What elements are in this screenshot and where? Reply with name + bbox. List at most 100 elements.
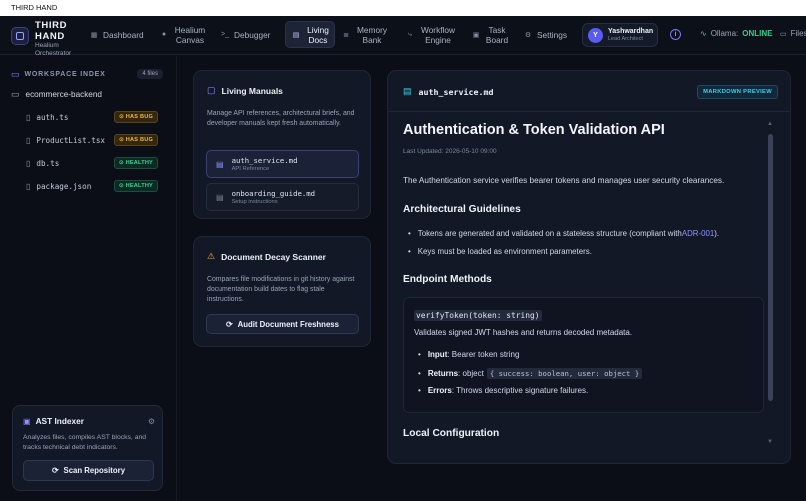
nav-task-board[interactable]: ▣ Task Board bbox=[472, 21, 512, 48]
status-badge: ⊙ HEALTHY bbox=[113, 157, 158, 169]
ast-indexer-card: ▣ AST Indexer ⚙ Analyzes files, compiles… bbox=[12, 405, 163, 491]
brand-logo-icon bbox=[11, 27, 29, 45]
nav-task-board-label: Task Board bbox=[485, 24, 509, 45]
nav-workflow-engine[interactable]: ⤷ Workflow Engine bbox=[406, 21, 460, 48]
ollama-status-value: ONLINE bbox=[742, 29, 773, 38]
nav-healium-canvas[interactable]: ● Healium Canvas bbox=[160, 21, 210, 48]
doc-name: auth_service.md bbox=[231, 155, 298, 165]
nav-dashboard-label: Dashboard bbox=[103, 29, 144, 40]
user-menu[interactable]: Y Yashwardhan Lead Architect bbox=[582, 23, 658, 47]
doc-subtitle: Setup instructions bbox=[231, 198, 278, 205]
document-intro: The Authentication service verifies bear… bbox=[403, 176, 725, 185]
doc-item-onboarding-guide[interactable]: ▤ onboarding_guide.md Setup instructions bbox=[206, 183, 359, 211]
ollama-label: Ollama: bbox=[710, 29, 739, 38]
status-badge: ⊙ HAS BUG bbox=[114, 134, 158, 146]
method-description: Validates signed JWT hashes and returns … bbox=[414, 328, 633, 337]
brand-name: THIRD HAND bbox=[35, 20, 68, 42]
gear-icon[interactable]: ⚙ bbox=[148, 417, 155, 426]
list-item: • Returns: object{ success: boolean, user… bbox=[418, 368, 643, 379]
returns-code: { success: boolean, user: object } bbox=[486, 368, 643, 379]
terminal-icon: >_ bbox=[221, 31, 229, 38]
folder-icon: ▭ bbox=[780, 30, 787, 38]
grid-icon: ▦ bbox=[90, 31, 98, 39]
file-icon: ▤ bbox=[403, 86, 412, 96]
node-icon: ● bbox=[161, 31, 167, 38]
heading-guidelines: Architectural Guidelines bbox=[403, 204, 521, 215]
heading-endpoints: Endpoint Methods bbox=[403, 274, 492, 285]
heading-configuration: Local Configuration bbox=[403, 428, 500, 439]
doc-item-auth-service[interactable]: ▤ auth_service.md API Reference bbox=[206, 150, 359, 178]
file-icon: ▤ bbox=[216, 159, 224, 169]
scan-repository-label: Scan Repository bbox=[63, 466, 126, 475]
window-title: THIRD HAND bbox=[11, 3, 58, 12]
user-role: Lead Architect bbox=[608, 36, 643, 42]
markdown-preview-badge[interactable]: MARKDOWN PREVIEW bbox=[697, 85, 778, 99]
brand-subtitle-1: Healium bbox=[35, 42, 59, 49]
pulse-icon: ∿ bbox=[700, 29, 707, 38]
living-manuals-card: ▢ Living Manuals Manage API references, … bbox=[193, 70, 371, 219]
workspace-header: ▭ WORKSPACE INDEX 4 files bbox=[11, 67, 163, 81]
refresh-icon: ⟳ bbox=[51, 466, 59, 475]
doc-icon: ▤ bbox=[292, 31, 300, 39]
folder-icon: ▭ bbox=[11, 89, 20, 99]
file-row[interactable]: ▯ db.ts ⊙ HEALTHY bbox=[26, 156, 158, 170]
file-icon: ▤ bbox=[216, 192, 224, 202]
file-name: auth.ts bbox=[36, 112, 69, 122]
avatar: Y bbox=[588, 27, 603, 43]
top-navigation: THIRD HAND Healium Orchestrator ▦ Dashbo… bbox=[0, 16, 806, 58]
folder-icon: ▭ bbox=[11, 68, 20, 79]
nav-dashboard[interactable]: ▦ Dashboard bbox=[90, 21, 152, 48]
file-row[interactable]: ▯ auth.ts ⊙ HAS BUG bbox=[26, 110, 158, 124]
scroll-up-icon[interactable]: ▲ bbox=[767, 121, 773, 127]
scroll-down-icon[interactable]: ▼ bbox=[767, 439, 773, 445]
warning-icon: ⚠ bbox=[207, 251, 216, 261]
refresh-icon: ⟳ bbox=[226, 319, 233, 329]
nav-healium-canvas-label: Healium Canvas bbox=[174, 24, 206, 45]
doc-subtitle: API Reference bbox=[231, 165, 270, 172]
nav-memory-bank[interactable]: ≣ Memory Bank bbox=[342, 21, 392, 48]
audit-button-label: Audit Document Freshness bbox=[237, 319, 339, 329]
audit-document-freshness-button[interactable]: ⟳ Audit Document Freshness bbox=[206, 314, 359, 334]
file-row[interactable]: ▯ ProductList.tsx ⊙ HAS BUG bbox=[26, 133, 158, 147]
scan-repository-button[interactable]: ⟳ Scan Repository bbox=[23, 460, 154, 481]
file-icon: ▯ bbox=[26, 181, 31, 191]
ast-title: AST Indexer bbox=[35, 416, 84, 426]
list-item: • Errors: Throws descriptive signature fa… bbox=[418, 386, 589, 395]
decay-scanner-title: Document Decay Scanner bbox=[221, 251, 326, 262]
files-link[interactable]: ▭ Files bbox=[780, 29, 806, 38]
living-manuals-title: Living Manuals bbox=[221, 85, 283, 96]
root-folder-name: ecommerce-backend bbox=[25, 90, 102, 99]
nav-memory-bank-label: Memory Bank bbox=[357, 24, 387, 45]
ollama-status: ∿ Ollama: ONLINE bbox=[700, 29, 773, 38]
nav-settings[interactable]: ⚙ Settings bbox=[524, 21, 574, 48]
document-filename: auth_service.md bbox=[418, 86, 494, 97]
file-row[interactable]: ▯ package.json ⊙ HEALTHY bbox=[26, 179, 158, 193]
document-scrollbar[interactable]: ▲ ▼ bbox=[766, 119, 775, 459]
scrollbar-thumb[interactable] bbox=[768, 134, 773, 401]
sidebar: ▭ WORKSPACE INDEX 4 files ▭ ecommerce-ba… bbox=[0, 56, 177, 501]
brand[interactable]: THIRD HAND Healium Orchestrator bbox=[11, 20, 75, 58]
board-icon: ▣ bbox=[472, 31, 480, 39]
adr-link[interactable]: ADR-001 bbox=[682, 229, 714, 238]
tree-root-folder[interactable]: ▭ ecommerce-backend bbox=[11, 89, 102, 100]
status-badge: ⊙ HEALTHY bbox=[113, 180, 158, 192]
file-count-badge: 4 files bbox=[137, 69, 163, 79]
database-icon: ≣ bbox=[343, 31, 349, 39]
status-badge: ⊙ HAS BUG bbox=[114, 111, 158, 123]
nav-debugger-label: Debugger bbox=[234, 29, 271, 40]
document-preview-panel: ▤ auth_service.md MARKDOWN PREVIEW Authe… bbox=[387, 70, 791, 464]
decay-scanner-card: ⚠ Document Decay Scanner Compares file m… bbox=[193, 236, 371, 347]
list-item: • Keys must be loaded as environment par… bbox=[408, 247, 592, 256]
nav-living-docs-label: Living Docs bbox=[307, 24, 329, 45]
nav-workflow-engine-label: Workflow Engine bbox=[421, 24, 455, 45]
list-item: • Tokens are generated and validated on … bbox=[408, 229, 720, 238]
living-manuals-description: Manage API references, architectural bri… bbox=[207, 110, 355, 127]
endpoint-card: verifyToken(token: string) Validates sig… bbox=[403, 297, 764, 413]
ast-description: Analyzes files, compiles AST blocks, and… bbox=[23, 434, 147, 451]
info-icon[interactable]: i bbox=[670, 29, 681, 40]
nav-living-docs[interactable]: ▤ Living Docs bbox=[285, 21, 335, 48]
doc-name: onboarding_guide.md bbox=[231, 188, 316, 198]
file-icon: ▯ bbox=[26, 158, 31, 168]
nav-debugger[interactable]: >_ Debugger bbox=[221, 21, 279, 48]
file-name: ProductList.tsx bbox=[36, 135, 105, 145]
